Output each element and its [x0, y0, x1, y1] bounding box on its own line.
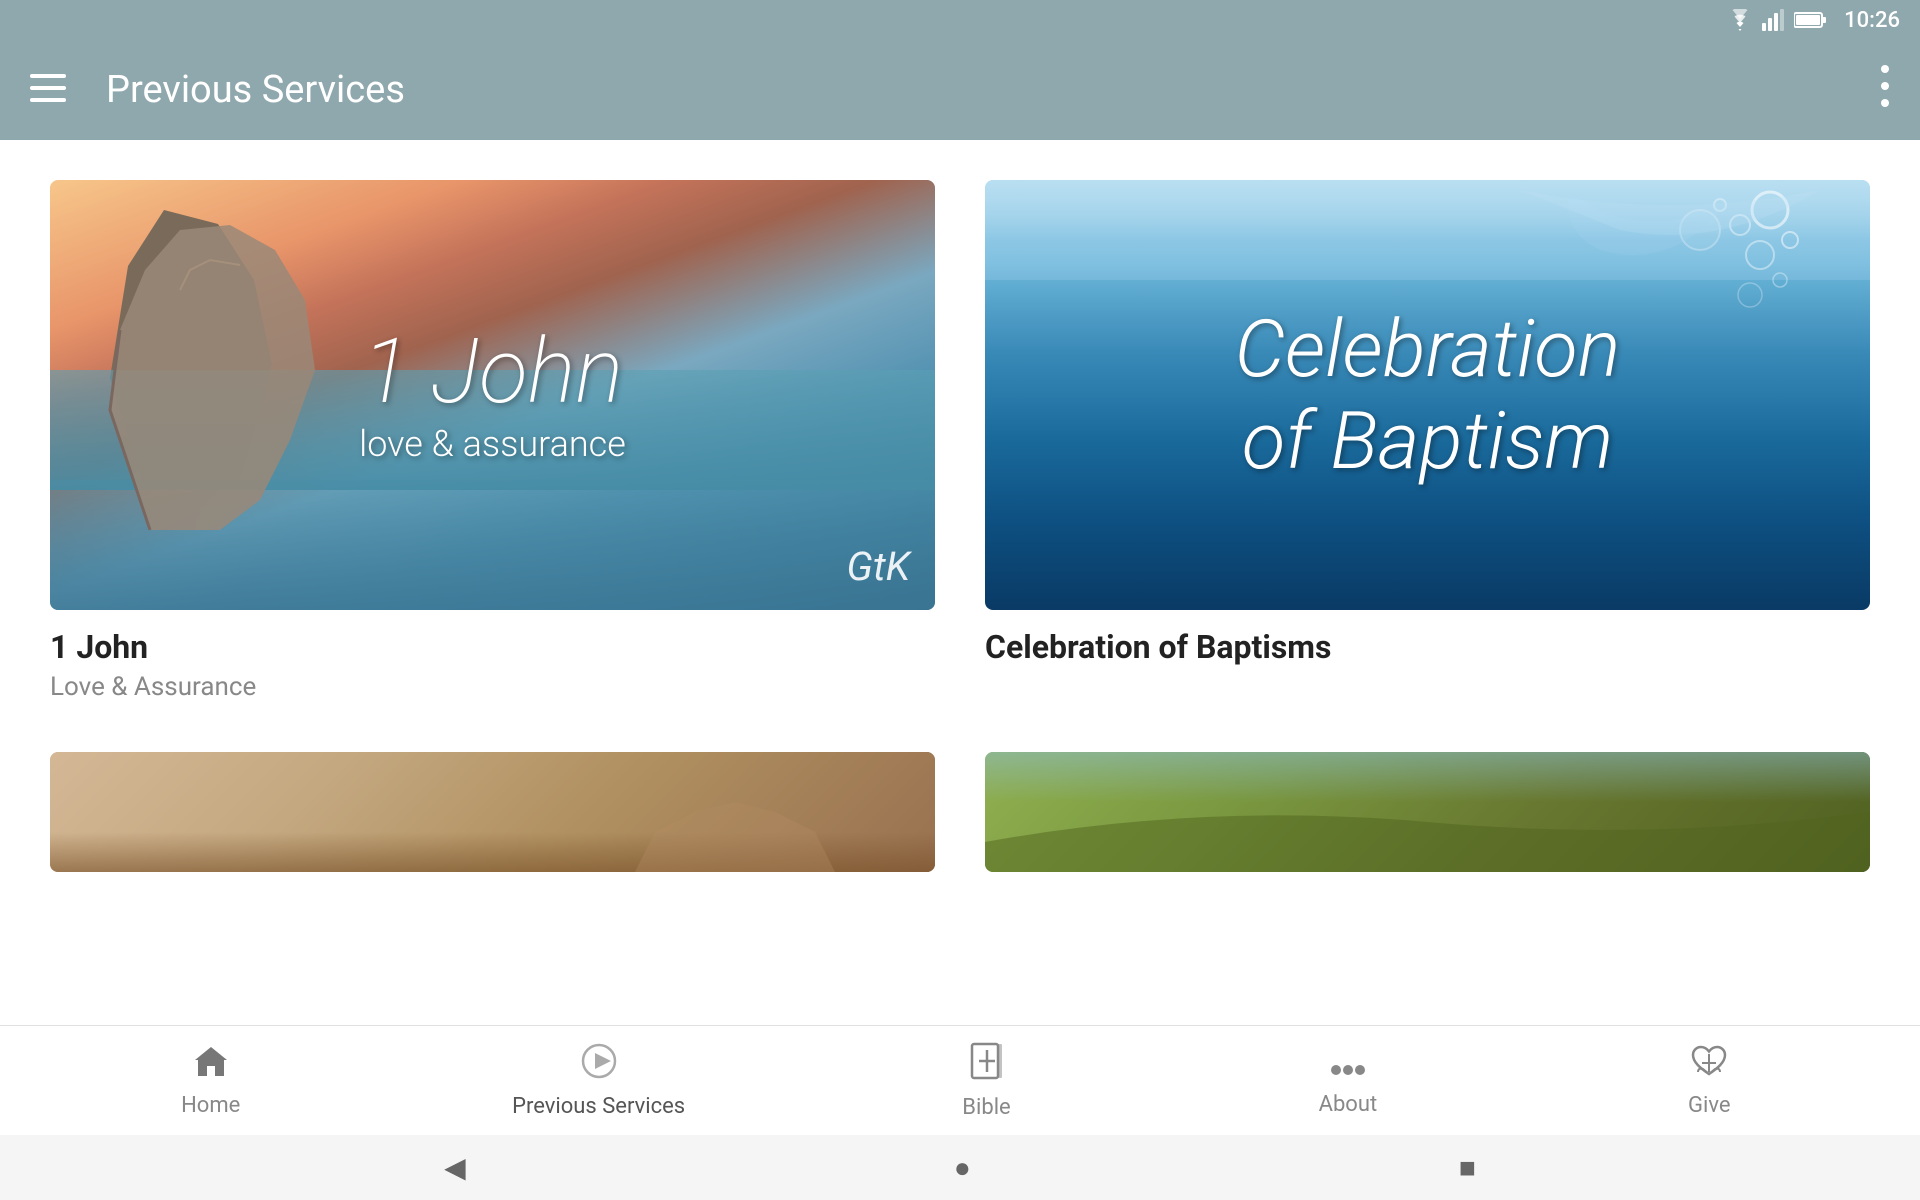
- status-icons: 10:26: [1726, 8, 1900, 33]
- status-time: 10:26: [1844, 8, 1900, 33]
- previous-services-icon: [579, 1043, 619, 1088]
- card-1john-image: 1 John love & assurance GtK: [50, 180, 935, 610]
- partial-card-2-bg: [985, 752, 1870, 872]
- card-logo: GtK: [847, 543, 910, 590]
- nav-item-give[interactable]: Give: [1649, 1044, 1769, 1118]
- nav-item-home[interactable]: Home: [151, 1044, 271, 1118]
- nav-home-label: Home: [181, 1093, 240, 1118]
- app-bar: Previous Services: [0, 40, 1920, 140]
- main-content: 1 John love & assurance GtK 1 John Love …: [0, 140, 1920, 1070]
- card-1john-text-overlay: 1 John love & assurance: [183, 322, 803, 468]
- wifi-icon: [1726, 9, 1754, 31]
- home-icon: [193, 1044, 229, 1087]
- hamburger-menu-icon[interactable]: [30, 74, 66, 107]
- robe-svg: [635, 752, 835, 872]
- nav-give-label: Give: [1688, 1093, 1731, 1118]
- nav-previous-services-label: Previous Services: [512, 1094, 685, 1119]
- card-1john-main-text: 1 John: [183, 322, 803, 421]
- nav-item-bible[interactable]: Bible: [927, 1042, 1047, 1120]
- card-1john-sub-text: love & assurance: [183, 421, 803, 468]
- card-baptism-title: Celebration of Baptisms: [985, 628, 1870, 666]
- partial-card-1[interactable]: [50, 752, 935, 872]
- bible-icon: [970, 1042, 1004, 1089]
- back-button[interactable]: ◀: [444, 1151, 466, 1184]
- nav-item-about[interactable]: About: [1288, 1044, 1408, 1117]
- status-bar: 10:26: [0, 0, 1920, 40]
- more-options-icon[interactable]: [1880, 64, 1890, 116]
- nav-item-previous-services[interactable]: Previous Services: [512, 1043, 685, 1119]
- card-1john[interactable]: 1 John love & assurance GtK 1 John Love …: [50, 180, 935, 702]
- nav-bible-label: Bible: [962, 1095, 1010, 1120]
- nav-about-label: About: [1319, 1092, 1378, 1117]
- cards-grid: 1 John love & assurance GtK 1 John Love …: [50, 180, 1870, 702]
- recent-button[interactable]: ■: [1459, 1151, 1476, 1184]
- card-baptism[interactable]: Celebrationof Baptism Celebration of Bap…: [985, 180, 1870, 702]
- card-1john-title: 1 John: [50, 628, 935, 666]
- signal-icon: [1762, 9, 1786, 31]
- bottom-nav: Home Previous Services Bible: [0, 1025, 1920, 1135]
- partial-card-1-bg: [50, 752, 935, 872]
- card-baptism-text-overlay: Celebrationof Baptism: [1096, 303, 1760, 487]
- partial-card-2[interactable]: [985, 752, 1870, 872]
- partial-cards-row: [50, 752, 1870, 872]
- home-button[interactable]: ●: [954, 1151, 971, 1184]
- hill-svg: [985, 792, 1870, 872]
- card-baptism-image: Celebrationof Baptism: [985, 180, 1870, 610]
- battery-icon: [1794, 11, 1826, 29]
- give-icon: [1690, 1044, 1728, 1087]
- card-baptism-main-text: Celebrationof Baptism: [1096, 303, 1760, 487]
- system-nav-bar: ◀ ● ■: [0, 1135, 1920, 1200]
- about-icon: [1330, 1044, 1366, 1086]
- page-title: Previous Services: [106, 68, 1880, 112]
- card-1john-subtitle: Love & Assurance: [50, 672, 935, 702]
